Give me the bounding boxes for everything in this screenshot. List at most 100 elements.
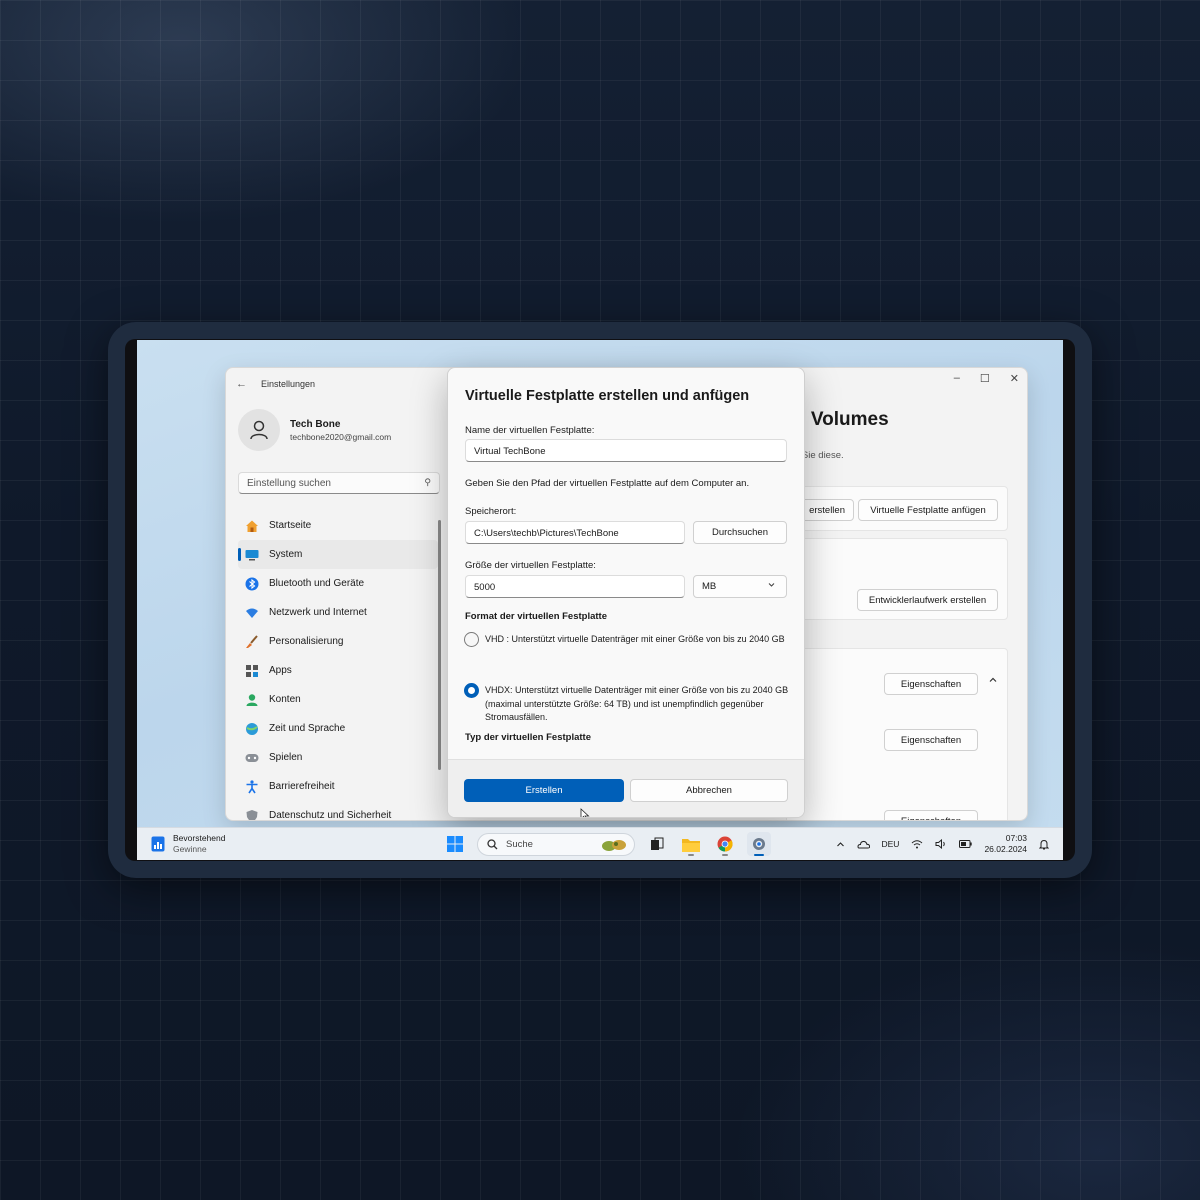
desktop: ← Einstellungen – ☐ ✕ Tech Bone techbone… [137,340,1063,860]
clock[interactable]: 07:03 26.02.2024 [984,833,1027,855]
vhd-option-label: VHD : Unterstützt virtuelle Datenträger … [485,634,785,644]
onedrive-icon[interactable] [856,840,870,849]
size-input[interactable]: 5000 [465,575,685,598]
size-label: Größe der virtuellen Festplatte: [465,560,596,571]
accessibility-icon [245,779,259,794]
nav-item-apps[interactable]: Apps [238,656,438,685]
nav-item-startseite[interactable]: Startseite [238,511,438,540]
battery-icon[interactable] [959,840,973,848]
vhdx-radio[interactable] [464,683,479,698]
type-heading: Typ der virtuellen Festplatte [465,732,591,743]
folder-icon [682,838,700,852]
widget-title: Bevorstehend [173,833,226,843]
taskbar: Bevorstehend Gewinne Suche DEU 07:03 26.… [137,827,1063,860]
apps-icon [245,664,259,678]
nav-label: Bluetooth und Geräte [269,578,365,589]
person-icon [250,420,268,440]
settings-app-button[interactable] [747,832,771,856]
vhd-radio[interactable] [464,632,479,647]
nav-label: System [269,549,303,560]
nav-item-system[interactable]: System [238,540,438,569]
browse-button[interactable]: Durchsuchen [693,521,787,544]
running-indicator [754,854,764,856]
nav-item-barrierefreiheit[interactable]: Barrierefreiheit [238,772,438,801]
volume-icon[interactable] [935,839,947,849]
home-icon [245,519,259,533]
close-button[interactable]: ✕ [1010,372,1019,385]
nav-item-spielen[interactable]: Spielen [238,743,438,772]
clock-date: 26.02.2024 [984,844,1027,854]
nav-item-netzwerk[interactable]: Netzwerk und Internet [238,598,438,627]
vhdx-option-label: VHDX: Unterstützt virtuelle Datenträger … [485,685,789,722]
chrome-button[interactable] [713,832,737,856]
nav-scrollbar[interactable] [438,520,441,770]
account-icon [245,693,259,707]
task-view-button[interactable] [645,832,669,856]
shield-icon [245,809,259,820]
language-indicator[interactable]: DEU [882,839,900,849]
properties-button-3[interactable]: Eigenschaften [884,810,978,820]
wifi-icon[interactable] [911,839,923,849]
nav-item-bluetooth[interactable]: Bluetooth und Geräte [238,569,438,598]
nav-label: Barrierefreiheit [269,781,335,792]
widgets-button[interactable]: Bevorstehend Gewinne [151,833,225,854]
file-explorer-button[interactable] [679,832,703,856]
widget-subtitle: Gewinne [173,844,207,854]
search-icon [487,838,498,849]
create-button[interactable]: Erstellen [464,779,624,817]
taskbar-search[interactable]: Suche [477,832,635,856]
taskbar-apps: Suche [443,832,771,856]
chevron-up-icon[interactable] [836,840,845,849]
size-unit-value: MB [702,581,717,592]
notification-bell-icon[interactable] [1039,839,1049,850]
location-input[interactable]: C:\Users\techb\Pictures\TechBone [465,521,685,544]
chevron-down-icon [767,580,776,591]
properties-button-2[interactable]: Eigenschaften [884,729,978,751]
start-button[interactable] [443,832,467,856]
maximize-button[interactable]: ☐ [980,372,990,385]
back-arrow-icon[interactable]: ← [236,378,247,390]
chevron-up-icon[interactable] [988,675,998,688]
properties-button-1[interactable]: Eigenschaften [884,673,978,695]
dialog-footer: Erstellen Abbrechen [448,759,804,817]
nav-label: Startseite [269,520,312,531]
settings-nav: Startseite System Bluetooth und Geräte N… [238,511,438,820]
dev-drive-button[interactable]: Entwicklerlaufwerk erstellen [857,589,998,611]
avatar [238,409,280,451]
system-tray: DEU 07:03 26.02.2024 [836,833,1049,855]
settings-search-input[interactable]: Einstellung suchen ⚲ [238,472,440,494]
task-view-icon [651,837,664,850]
attach-vhd-button[interactable]: Virtuelle Festplatte anfügen [858,499,998,521]
create-vhd-dialog: Virtuelle Festplatte erstellen und anfüg… [447,367,805,818]
device-screen: ← Einstellungen – ☐ ✕ Tech Bone techbone… [125,339,1075,861]
dialog-title: Virtuelle Festplatte erstellen und anfüg… [465,388,750,404]
search-icon: ⚲ [424,477,431,487]
user-profile[interactable]: Tech Bone techbone2020@gmail.com [238,409,391,451]
nav-item-datenschutz[interactable]: Datenschutz und Sicherheit [238,801,438,820]
nav-item-zeit-sprache[interactable]: Zeit und Sprache [238,714,438,743]
system-icon [245,548,259,562]
nav-label: Apps [269,665,292,676]
size-unit-select[interactable]: MB [693,575,787,598]
search-placeholder: Einstellung suchen [247,478,331,489]
running-indicator [688,854,694,856]
format-heading: Format der virtuellen Festplatte [465,611,608,622]
location-label: Speicherort: [465,506,517,517]
windows-logo-icon [447,836,463,852]
brush-icon [245,634,259,649]
minimize-button[interactable]: – [954,372,960,385]
nav-label: Konten [269,694,301,705]
nav-label: Spielen [269,752,303,763]
cancel-button[interactable]: Abbrechen [630,779,788,802]
nav-item-personalisierung[interactable]: Personalisierung [238,627,438,656]
mouse-cursor-icon [580,808,590,817]
window-controls: – ☐ ✕ [954,372,1019,385]
page-title: d Volumes [794,409,889,430]
path-hint: Geben Sie den Pfad der virtuellen Festpl… [465,478,750,489]
vhd-name-input[interactable]: Virtual TechBone [465,439,787,462]
nav-item-konten[interactable]: Konten [238,685,438,714]
name-label: Name der virtuellen Festplatte: [465,425,595,436]
create-button-label: Erstellen [525,785,563,796]
stocks-icon [151,836,165,851]
gamepad-icon [245,751,259,765]
